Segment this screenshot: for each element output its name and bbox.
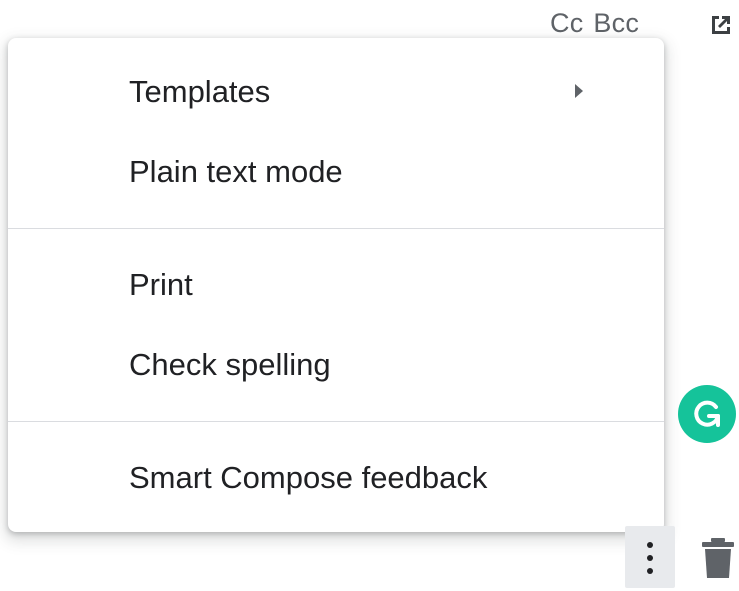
menu-item-label: Plain text mode [129, 154, 343, 189]
bcc-button[interactable]: Bcc [593, 8, 639, 38]
more-options-button[interactable] [625, 526, 675, 588]
more-options-menu: Templates Plain text mode Print Check sp… [8, 38, 664, 532]
menu-item-label: Smart Compose feedback [129, 460, 488, 495]
menu-item-smart-compose-feedback[interactable]: Smart Compose feedback [8, 438, 664, 518]
submenu-arrow-icon [575, 84, 583, 98]
menu-divider [8, 421, 664, 422]
menu-item-label: Templates [129, 74, 271, 109]
cc-button[interactable]: Cc [550, 8, 583, 38]
open-in-new-icon[interactable] [708, 12, 734, 38]
menu-item-label: Print [129, 267, 193, 302]
menu-divider [8, 228, 664, 229]
more-vert-icon [647, 542, 653, 548]
compose-window: Cc Bcc Templates Plain text mode Print Ch… [0, 0, 739, 591]
menu-item-templates[interactable]: Templates [8, 52, 664, 132]
menu-item-plain-text-mode[interactable]: Plain text mode [8, 132, 664, 212]
recipient-toggles: Cc Bcc [550, 8, 639, 39]
menu-item-label: Check spelling [129, 347, 331, 382]
menu-item-check-spelling[interactable]: Check spelling [8, 325, 664, 405]
trash-icon[interactable] [700, 536, 736, 580]
grammarly-icon[interactable] [678, 385, 736, 443]
menu-item-print[interactable]: Print [8, 245, 664, 325]
